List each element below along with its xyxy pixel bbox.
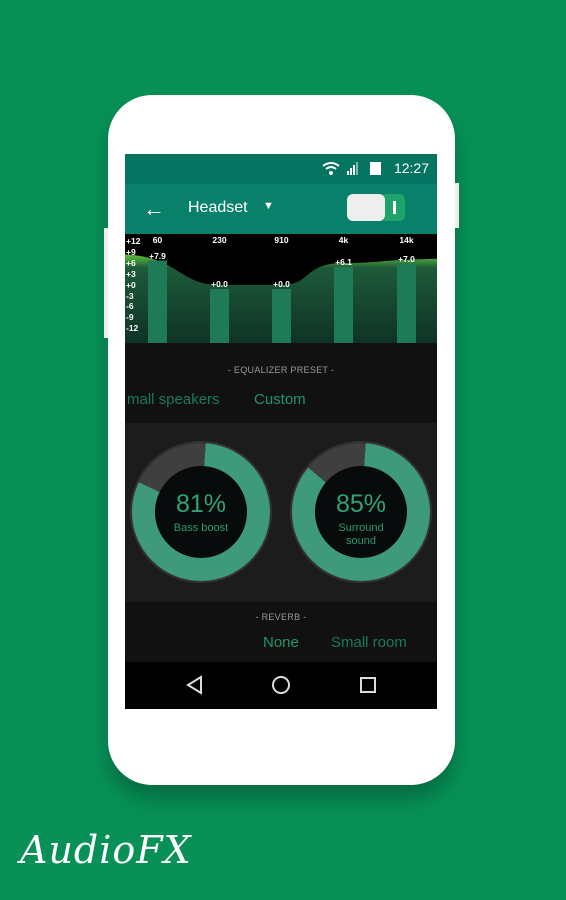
caret-down-icon[interactable]: ▼ — [263, 200, 274, 212]
eq-scale-label: -9 — [126, 312, 134, 323]
eq-band-slider[interactable] — [334, 267, 353, 343]
preset-option-selected[interactable]: Custom — [254, 391, 306, 408]
reverb-section: - REVERB - None Small room — [125, 602, 437, 662]
status-icons — [322, 162, 381, 175]
preset-section: - EQUALIZER PRESET - mall speakers Custo… — [125, 343, 437, 423]
eq-band-value: +7.9 — [149, 250, 166, 261]
eq-band-value: +0.0 — [273, 279, 290, 289]
arrow-left-icon[interactable]: ← — [143, 196, 165, 222]
eq-band-frequency: 14k — [399, 235, 414, 245]
toolbar: ← Headset ▼ — [125, 184, 437, 234]
eq-band-slider[interactable] — [148, 260, 167, 343]
reverb-option-selected[interactable]: None — [263, 634, 299, 651]
brand-logo: AudioFX — [20, 828, 192, 872]
home-circle-icon[interactable] — [271, 675, 291, 695]
surround-label: Surround sound — [338, 522, 384, 547]
enable-toggle[interactable] — [347, 194, 405, 221]
effects-section: 81% Bass boost 85% Surround sound — [125, 423, 437, 602]
surround-value: 85% — [335, 490, 387, 518]
eq-scale-label: -12 — [126, 323, 139, 334]
eq-band-frequency: 60 — [152, 235, 163, 245]
eq-band-frequency: 230 — [212, 235, 227, 245]
clock: 12:27 — [393, 160, 429, 176]
wifi-icon — [322, 162, 340, 175]
recents-square-icon[interactable] — [358, 675, 378, 695]
eq-band-slider[interactable] — [210, 289, 229, 343]
bass-boost-knob[interactable]: 81% Bass boost — [132, 443, 270, 581]
eq-band-value: +0.0 — [211, 279, 228, 289]
eq-scale-label: +3 — [126, 268, 136, 279]
eq-scale-label: +9 — [126, 246, 136, 257]
bass-boost-value: 81% — [175, 490, 227, 518]
volume-button — [104, 228, 108, 338]
surround-sound-knob[interactable]: 85% Surround sound — [292, 443, 430, 581]
battery-icon — [370, 162, 381, 175]
preset-option[interactable]: mall speakers — [127, 391, 220, 408]
equalizer-graph[interactable]: 60 +7.9 230 +0.0 910 +0.0 4k +6.1 14k +7.0 +12 +9 +6… — [125, 234, 437, 343]
output-device-selector[interactable]: Headset — [188, 199, 248, 217]
reverb-option[interactable]: Small room — [331, 634, 407, 651]
preset-caption: - EQUALIZER PRESET - — [227, 365, 335, 375]
eq-scale-label: +0 — [126, 279, 136, 290]
eq-band-frequency: 4k — [338, 235, 349, 245]
reverb-caption: - REVERB - — [255, 612, 307, 622]
power-button — [455, 183, 459, 228]
eq-band-slider[interactable] — [272, 289, 291, 343]
eq-scale-label: -6 — [126, 301, 134, 312]
eq-scale-label: +12 — [126, 236, 141, 246]
app-screen: 12:27 ← Headset ▼ 60 +7.9 230 +0.0 910 +0.0 4k… — [125, 154, 437, 709]
eq-scale-label: -3 — [126, 290, 134, 301]
bass-boost-label: Bass boost — [173, 522, 229, 534]
eq-band-value: +7.0 — [398, 253, 415, 264]
eq-band-slider[interactable] — [397, 263, 416, 343]
eq-band-value: +6.1 — [335, 257, 352, 268]
eq-band-frequency: 910 — [274, 235, 289, 245]
eq-scale-label: +6 — [126, 257, 136, 268]
signal-icon — [347, 162, 358, 175]
back-triangle-icon[interactable] — [185, 675, 205, 695]
status-bar: 12:27 — [125, 154, 437, 184]
navigation-bar — [125, 662, 437, 709]
